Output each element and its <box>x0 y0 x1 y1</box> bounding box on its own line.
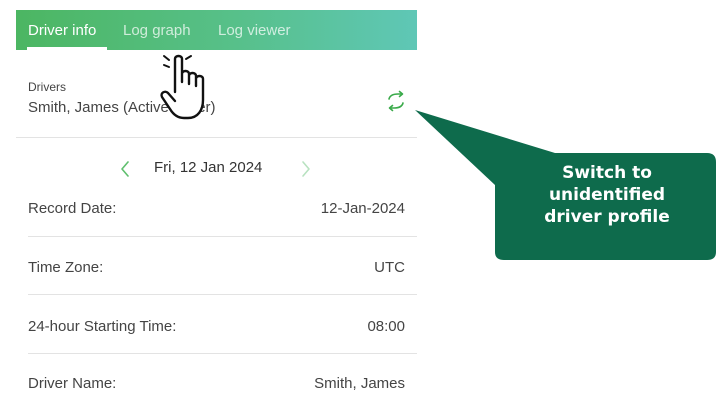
time-zone-label: Time Zone: <box>28 259 104 276</box>
driver-name-value: Smith, James <box>314 375 405 392</box>
date-navigator: Fri, 12 Jan 2024 <box>116 158 316 182</box>
callout-line: driver profile <box>544 207 670 227</box>
time-zone-value: UTC <box>374 259 405 276</box>
callout-text: Switch to unidentified driver profile <box>497 162 716 228</box>
tab-bar: Driver info Log graph Log viewer <box>16 10 417 50</box>
driver-name-label: Driver Name: <box>28 375 117 392</box>
tab-driver-info[interactable]: Driver info <box>28 22 96 39</box>
record-date-value: 12-Jan-2024 <box>320 200 405 217</box>
callout-line: unidentified <box>548 185 666 205</box>
divider <box>28 236 417 237</box>
tab-log-viewer[interactable]: Log viewer <box>218 22 291 39</box>
tab-log-graph[interactable]: Log graph <box>123 22 191 39</box>
record-date-label: Record Date: <box>28 200 117 217</box>
swap-arrows-icon[interactable] <box>385 90 407 112</box>
divider <box>16 137 417 138</box>
starting-time-value: 08:00 <box>367 318 405 335</box>
active-tab-indicator <box>27 47 107 50</box>
drivers-caption: Drivers <box>28 80 66 94</box>
starting-time-label: 24-hour Starting Time: <box>28 318 177 335</box>
chevron-left-icon[interactable] <box>116 158 134 180</box>
divider <box>28 294 417 295</box>
active-driver-selector[interactable]: Smith, James (Active driver) <box>28 99 216 116</box>
chevron-right-icon[interactable] <box>297 158 315 180</box>
divider <box>28 353 417 354</box>
driver-info-panel: Driver info Log graph Log viewer Drivers… <box>16 10 417 405</box>
current-date: Fri, 12 Jan 2024 <box>154 159 263 176</box>
callout-line: Switch to <box>562 163 652 183</box>
